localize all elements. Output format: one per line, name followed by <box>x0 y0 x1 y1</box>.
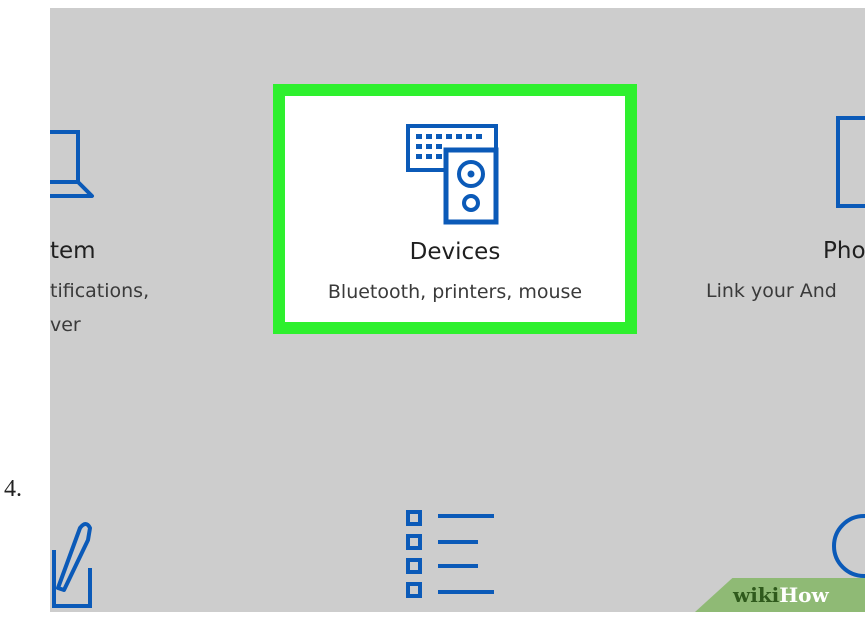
phone-tile-desc: Link your And <box>706 280 837 302</box>
system-tile-title: tem <box>50 238 96 264</box>
devices-icon <box>406 124 499 225</box>
watermark-how-text: How <box>779 583 829 607</box>
laptop-icon <box>50 130 94 198</box>
devices-tile-title: Devices <box>409 239 501 265</box>
phone-tile-title: Pho <box>823 238 865 264</box>
system-tile-desc-line2: ver <box>50 314 81 336</box>
devices-tile-desc: Bluetooth, printers, mouse <box>327 281 583 303</box>
wikihow-watermark: wikiHow <box>695 578 865 612</box>
phone-icon <box>836 116 865 208</box>
settings-screenshot: tem tifications, ver Devices Bluetooth, … <box>50 8 865 612</box>
step-number: 4. <box>4 476 22 502</box>
devices-tile[interactable]: Devices Bluetooth, printers, mouse <box>273 84 637 334</box>
pen-tablet-icon[interactable] <box>50 520 94 610</box>
apps-list-icon[interactable] <box>406 508 496 600</box>
watermark-wiki-text: wiki <box>733 583 780 607</box>
system-tile-desc-line1: tifications, <box>50 280 150 302</box>
